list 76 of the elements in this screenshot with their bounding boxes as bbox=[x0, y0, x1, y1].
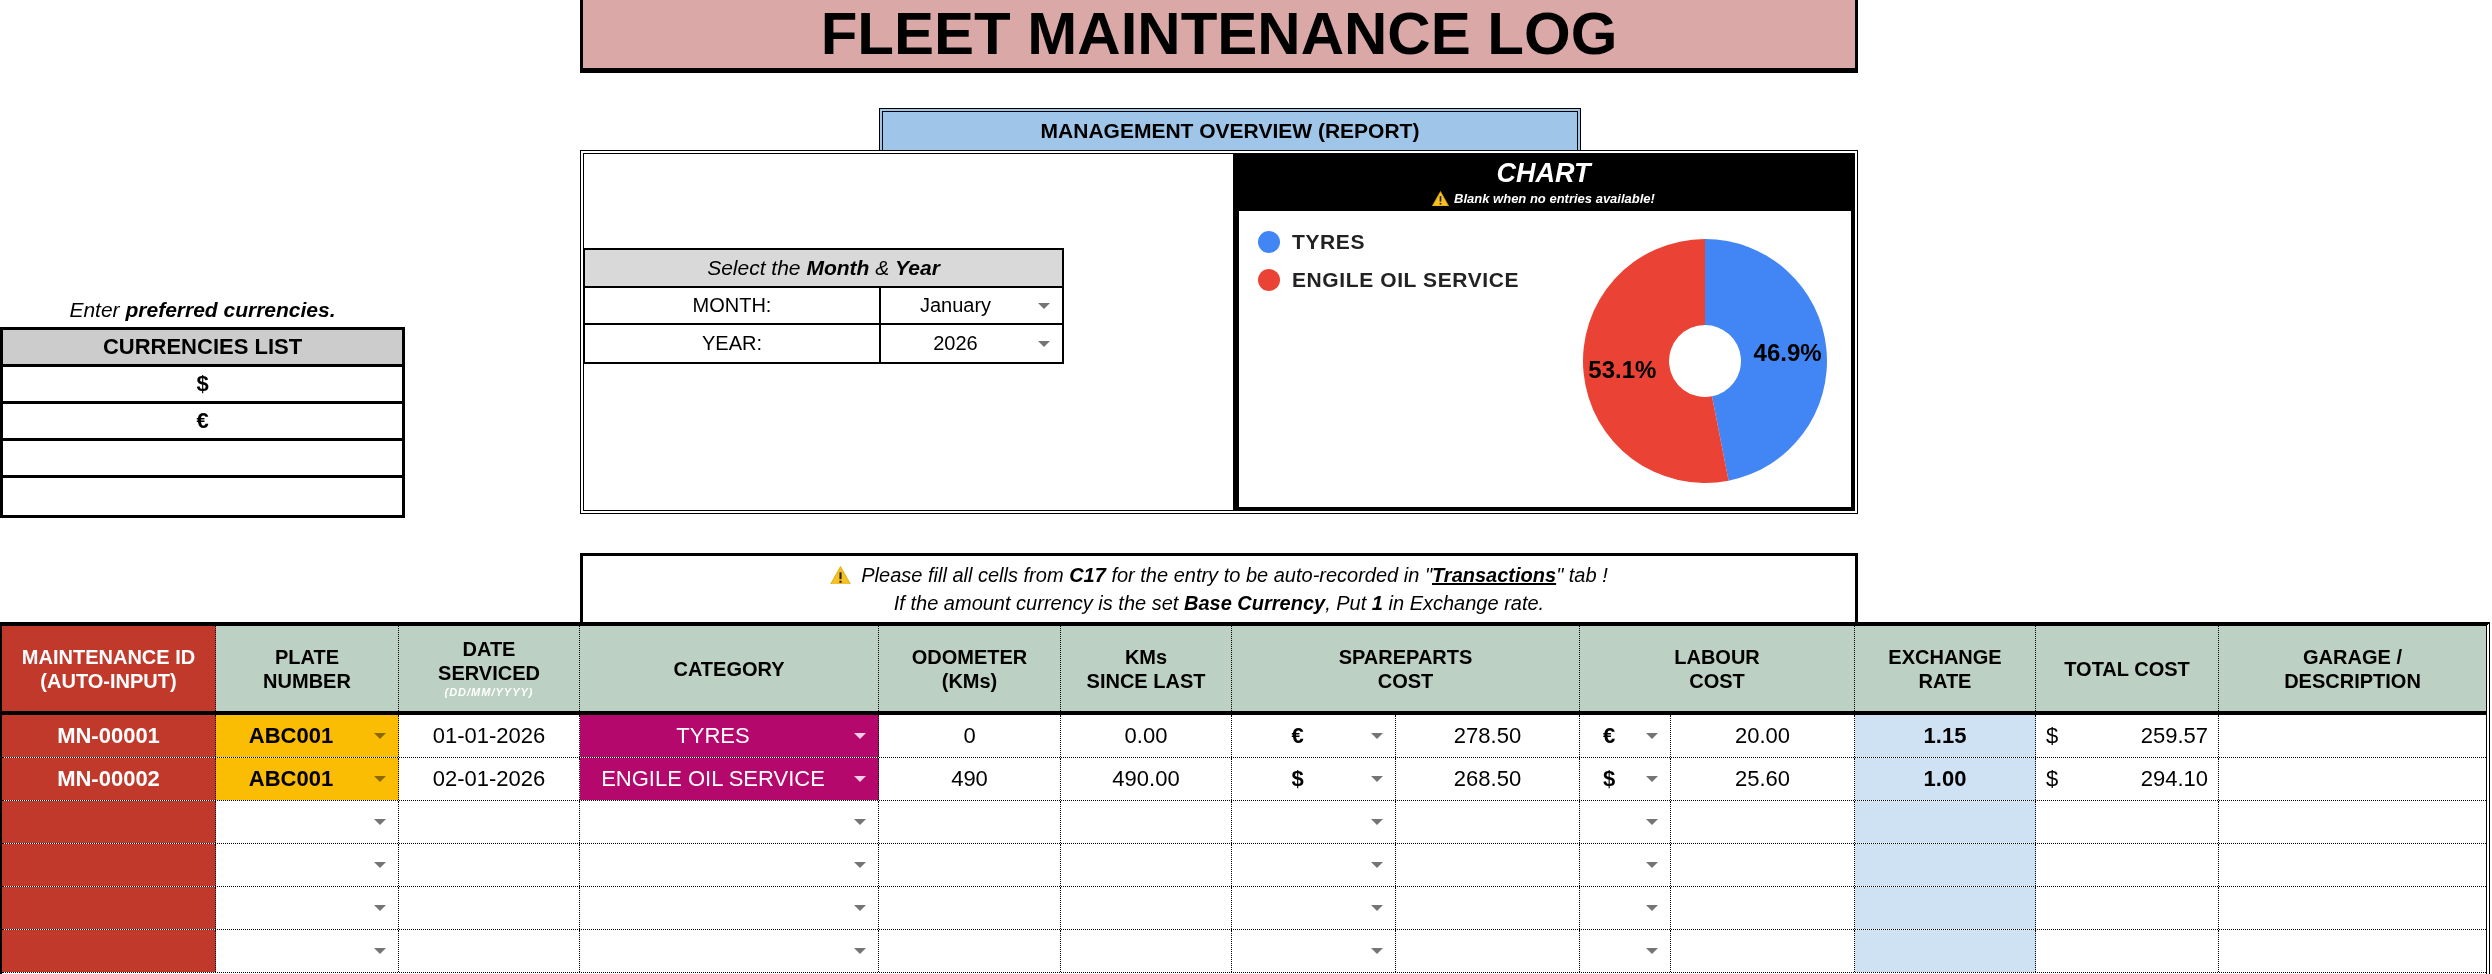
caret-icon bbox=[374, 776, 386, 782]
caret-icon bbox=[854, 819, 866, 825]
caret-icon bbox=[1646, 733, 1658, 739]
legend-label: ENGILE OIL SERVICE bbox=[1292, 268, 1520, 292]
plate-dropdown[interactable]: ABC001 bbox=[216, 758, 399, 800]
caret-icon bbox=[854, 776, 866, 782]
table-cell: 490 bbox=[879, 758, 1061, 800]
amount-cell-text: 278.50 bbox=[1452, 722, 1523, 750]
category-dropdown[interactable]: TYRES bbox=[580, 715, 879, 757]
plate-dropdown[interactable]: ABC001 bbox=[216, 715, 399, 757]
amount-cell-text: 20.00 bbox=[1733, 722, 1792, 750]
caret-icon bbox=[374, 862, 386, 868]
field-label: YEAR: bbox=[585, 325, 881, 362]
column-header: ODOMETER (KMs) bbox=[879, 626, 1061, 711]
currency-instruction: Enter preferred currencies. bbox=[68, 297, 337, 323]
caret-icon bbox=[1038, 340, 1050, 347]
header-label: DATE SERVICED bbox=[438, 637, 540, 686]
warning-icon bbox=[1432, 191, 1450, 207]
id-cell: MN-00001 bbox=[2, 715, 216, 757]
caret-icon bbox=[374, 905, 386, 911]
table-cell: 0 bbox=[879, 715, 1061, 757]
exchange-rate-cell: 1.15 bbox=[1855, 715, 2036, 757]
caret-icon bbox=[1371, 733, 1383, 739]
total-amount: 294.10 bbox=[2140, 766, 2208, 792]
caret-icon bbox=[1038, 302, 1050, 309]
column-header: GARAGE / DESCRIPTION bbox=[2219, 626, 2486, 711]
legend-label: TYRES bbox=[1292, 230, 1365, 254]
caret-icon bbox=[1371, 905, 1383, 911]
column-header: EXCHANGE RATE bbox=[1855, 626, 2036, 711]
caret-icon bbox=[854, 948, 866, 954]
column-header: KMs SINCE LAST bbox=[1061, 626, 1232, 711]
warning-icon bbox=[830, 565, 852, 585]
caret-icon bbox=[1371, 948, 1383, 954]
exchange-rate-cell: 1.00 bbox=[1855, 758, 2036, 800]
amount-cell-text: 25.60 bbox=[1733, 765, 1792, 793]
table-header: CURRENCIES LIST bbox=[3, 330, 402, 367]
chart-title: CHART bbox=[1496, 158, 1591, 189]
notice-text: If the amount currency is the set Base Currency, Put 1 in Exchange rate. bbox=[893, 591, 1545, 616]
period-dropdown[interactable]: 2026 bbox=[881, 325, 1062, 362]
currency-symbol: $ bbox=[2046, 723, 2059, 749]
field-label: MONTH: bbox=[585, 288, 881, 325]
currency-symbol: $ bbox=[2046, 766, 2059, 792]
caret-icon bbox=[854, 733, 866, 739]
caret-icon bbox=[374, 819, 386, 825]
caret-icon bbox=[1371, 819, 1383, 825]
transactions-link[interactable]: Transactions bbox=[1432, 564, 1557, 586]
caret-icon bbox=[1646, 862, 1658, 868]
column-header: CATEGORY bbox=[580, 626, 879, 711]
total-amount: 259.57 bbox=[2140, 723, 2208, 749]
date-format-hint: (DD/MM/YYYY) bbox=[444, 685, 534, 700]
slice-label: 53.1% bbox=[1588, 355, 1657, 383]
caret-icon bbox=[1371, 862, 1383, 868]
caret-icon bbox=[1371, 776, 1383, 782]
period-dropdown[interactable]: January bbox=[881, 288, 1062, 325]
caret-icon bbox=[854, 905, 866, 911]
caret-icon bbox=[1646, 905, 1658, 911]
page-title: FLEET MAINTENANCE LOG bbox=[580, 0, 1858, 73]
period-header: Select the Month & Year bbox=[585, 250, 1062, 288]
amount-cell-text: 268.50 bbox=[1452, 765, 1523, 793]
column-header: TOTAL COST bbox=[2036, 626, 2219, 711]
slice-label: 46.9% bbox=[1753, 339, 1822, 367]
notice-text: Please fill all cells from C17 for the entry to be auto-recorded in "Transactions" tab ! bbox=[861, 563, 1608, 588]
caret-icon bbox=[1646, 776, 1658, 782]
column-header: SPAREPARTS COST bbox=[1232, 626, 1580, 711]
column-header: PLATE NUMBER bbox=[216, 626, 399, 711]
caret-icon bbox=[1646, 819, 1658, 825]
caret-icon bbox=[374, 733, 386, 739]
column-header: LABOUR COST bbox=[1580, 626, 1855, 711]
chart-note: Blank when no entries available! bbox=[1454, 191, 1655, 207]
id-cell: MN-00002 bbox=[2, 758, 216, 800]
caret-icon bbox=[374, 948, 386, 954]
section-header: MANAGEMENT OVERVIEW (REPORT) bbox=[879, 108, 1581, 150]
caret-icon bbox=[1646, 948, 1658, 954]
caret-icon bbox=[854, 862, 866, 868]
column-header: MAINTENANCE ID (AUTO-INPUT) bbox=[2, 626, 216, 711]
category-dropdown[interactable]: ENGILE OIL SERVICE bbox=[580, 758, 879, 800]
